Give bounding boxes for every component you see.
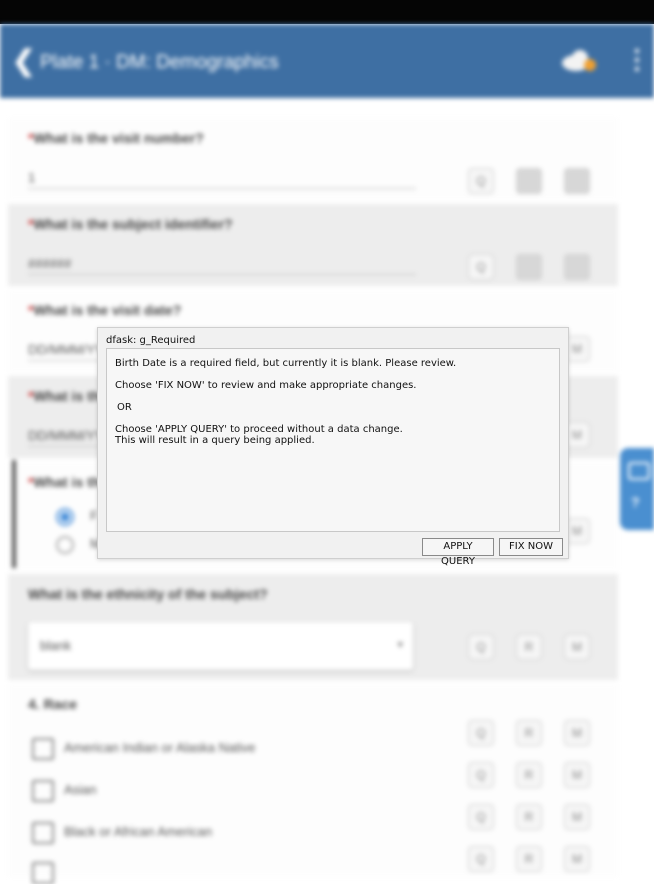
page-title: Plate 1 · DM: Demographics bbox=[40, 52, 279, 73]
apply-query-button[interactable]: APPLY QUERY bbox=[422, 538, 494, 567]
missing-button[interactable]: M bbox=[564, 846, 590, 872]
query-button[interactable]: Q bbox=[468, 634, 494, 660]
input-underline bbox=[28, 274, 416, 275]
race-checkbox[interactable] bbox=[32, 780, 54, 802]
query-button[interactable]: Q bbox=[468, 254, 494, 280]
race-checkbox[interactable] bbox=[32, 822, 54, 844]
reason-button[interactable]: R bbox=[516, 762, 542, 788]
chat-icon bbox=[628, 462, 650, 480]
input-underline bbox=[28, 188, 416, 189]
dialog-message: This will result in a query being applie… bbox=[115, 435, 315, 446]
question-label: What is the ethnicity of the subject? bbox=[28, 586, 268, 602]
race-option-label: American Indian or Alaska Native bbox=[64, 740, 256, 755]
missing-button[interactable]: M bbox=[564, 762, 590, 788]
status-bar bbox=[0, 0, 654, 24]
question-label: What is the visit date? bbox=[33, 302, 182, 318]
help-icon: ? bbox=[631, 494, 640, 510]
missing-button[interactable]: M bbox=[564, 634, 590, 660]
missing-button[interactable] bbox=[564, 168, 590, 194]
missing-button[interactable] bbox=[564, 254, 590, 280]
question-subject-identifier: *What is the subject identifier? ###### … bbox=[8, 204, 618, 286]
question-label: What is the visit number? bbox=[33, 130, 204, 146]
dialog-message-box: Birth Date is a required field, but curr… bbox=[106, 348, 560, 532]
query-button[interactable]: Q bbox=[468, 168, 494, 194]
query-button[interactable]: Q bbox=[468, 804, 494, 830]
race-option-label: Asian bbox=[64, 782, 97, 797]
race-option-label: Black or African American bbox=[64, 824, 213, 839]
ethnicity-select[interactable]: blank ▾ bbox=[28, 622, 413, 670]
missing-button[interactable]: M bbox=[564, 804, 590, 830]
app-bar: ❮ Plate 1 · DM: Demographics ⋮ bbox=[0, 24, 654, 98]
reason-button[interactable] bbox=[516, 254, 542, 280]
dialog-message: Choose 'FIX NOW' to review and make appr… bbox=[115, 380, 417, 391]
question-label: 4. Race bbox=[28, 696, 78, 712]
active-indicator bbox=[12, 460, 16, 568]
dialog-message: Choose 'APPLY QUERY' to proceed without … bbox=[115, 424, 403, 435]
radio-female[interactable] bbox=[56, 508, 74, 526]
select-value: blank bbox=[40, 638, 72, 653]
reason-button[interactable]: R bbox=[516, 846, 542, 872]
subject-identifier-value[interactable]: ###### bbox=[28, 256, 71, 271]
question-visit-number: *What is the visit number? 1 Q bbox=[8, 118, 618, 200]
dialog-message: Birth Date is a required field, but curr… bbox=[115, 358, 457, 369]
query-button[interactable]: Q bbox=[468, 762, 494, 788]
race-checkbox[interactable] bbox=[32, 738, 54, 760]
side-help-tab[interactable]: ? bbox=[620, 448, 654, 530]
question-ethnicity: What is the ethnicity of the subject? bl… bbox=[8, 574, 618, 680]
reason-button[interactable]: R bbox=[516, 720, 542, 746]
reason-button[interactable]: R bbox=[516, 804, 542, 830]
required-field-dialog: dfask: g_Required Birth Date is a requir… bbox=[97, 327, 569, 567]
radio-male[interactable] bbox=[56, 536, 74, 554]
dialog-message: OR bbox=[117, 402, 132, 413]
dialog-title: dfask: g_Required bbox=[106, 335, 196, 346]
question-label: What is the subject identifier? bbox=[33, 216, 233, 232]
query-button[interactable]: Q bbox=[468, 846, 494, 872]
missing-button[interactable]: M bbox=[564, 720, 590, 746]
fix-now-button[interactable]: FIX NOW bbox=[499, 538, 563, 556]
race-checkbox[interactable] bbox=[32, 862, 54, 884]
visit-number-value[interactable]: 1 bbox=[28, 170, 35, 185]
cloud-sync-icon[interactable] bbox=[560, 48, 600, 72]
back-icon[interactable]: ❮ bbox=[12, 44, 35, 77]
question-race: 4. Race American Indian or Alaska Native… bbox=[8, 684, 618, 884]
chevron-down-icon: ▾ bbox=[397, 639, 403, 651]
more-options-icon[interactable]: ⋮ bbox=[624, 44, 650, 75]
reason-button[interactable]: R bbox=[516, 634, 542, 660]
reason-button[interactable] bbox=[516, 168, 542, 194]
query-button[interactable]: Q bbox=[468, 720, 494, 746]
